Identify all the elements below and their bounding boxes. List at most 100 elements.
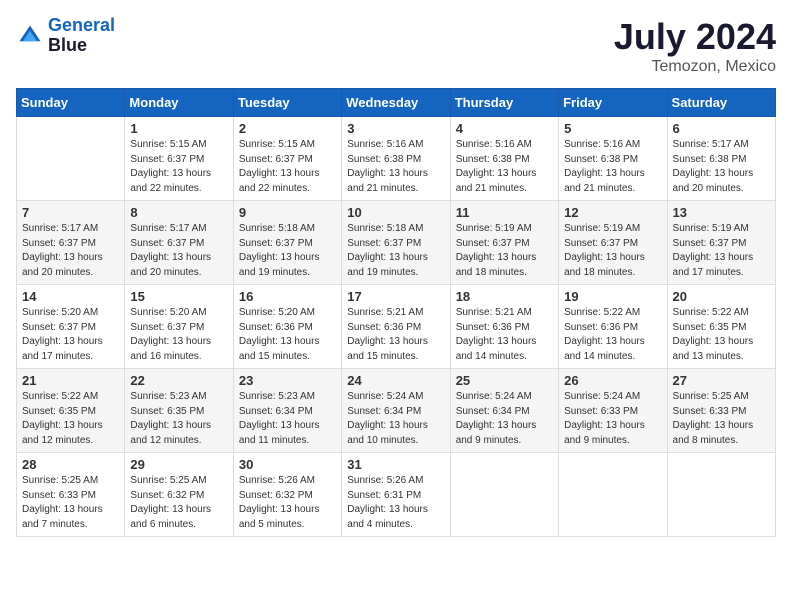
daylight-text-2: and 13 minutes. bbox=[673, 350, 770, 365]
calendar-cell: 25Sunrise: 5:24 AMSunset: 6:34 PMDayligh… bbox=[450, 369, 558, 453]
calendar-cell: 17Sunrise: 5:21 AMSunset: 6:36 PMDayligh… bbox=[342, 285, 450, 369]
day-info: Sunrise: 5:26 AMSunset: 6:32 PMDaylight:… bbox=[239, 474, 336, 532]
sunset-text: Sunset: 6:38 PM bbox=[564, 153, 661, 168]
daylight-text-2: and 20 minutes. bbox=[673, 182, 770, 197]
sunset-text: Sunset: 6:38 PM bbox=[347, 153, 444, 168]
sunrise-text: Sunrise: 5:23 AM bbox=[239, 390, 336, 405]
sunset-text: Sunset: 6:37 PM bbox=[564, 237, 661, 252]
calendar-cell: 24Sunrise: 5:24 AMSunset: 6:34 PMDayligh… bbox=[342, 369, 450, 453]
daylight-text-1: Daylight: 13 hours bbox=[22, 419, 119, 434]
calendar-cell bbox=[450, 453, 558, 537]
sunset-text: Sunset: 6:36 PM bbox=[564, 321, 661, 336]
sunset-text: Sunset: 6:37 PM bbox=[22, 237, 119, 252]
day-number: 15 bbox=[130, 289, 227, 304]
weekday-header: Saturday bbox=[667, 89, 775, 117]
daylight-text-2: and 7 minutes. bbox=[22, 518, 119, 533]
sunset-text: Sunset: 6:35 PM bbox=[22, 405, 119, 420]
daylight-text-1: Daylight: 13 hours bbox=[456, 335, 553, 350]
daylight-text-2: and 21 minutes. bbox=[347, 182, 444, 197]
calendar-cell: 13 Sunrise: 5:19 AMSunset: 6:37 PMDayligh… bbox=[667, 201, 775, 285]
sunset-text: Sunset: 6:36 PM bbox=[347, 321, 444, 336]
calendar-cell: 18Sunrise: 5:21 AMSunset: 6:36 PMDayligh… bbox=[450, 285, 558, 369]
day-info: Sunrise: 5:25 AMSunset: 6:33 PMDaylight:… bbox=[22, 474, 119, 532]
calendar-week-row: 21Sunrise: 5:22 AMSunset: 6:35 PMDayligh… bbox=[17, 369, 776, 453]
daylight-text-2: and 18 minutes. bbox=[564, 266, 661, 281]
daylight-text-2: and 21 minutes. bbox=[564, 182, 661, 197]
calendar-cell: 27Sunrise: 5:25 AMSunset: 6:33 PMDayligh… bbox=[667, 369, 775, 453]
weekday-header: Thursday bbox=[450, 89, 558, 117]
daylight-text-2: and 12 minutes. bbox=[22, 434, 119, 449]
daylight-text-1: Daylight: 13 hours bbox=[347, 335, 444, 350]
sunset-text: Sunset: 6:31 PM bbox=[347, 489, 444, 504]
day-info: Sunrise: 5:17 AMSunset: 6:37 PMDaylight:… bbox=[130, 222, 227, 280]
daylight-text-1: Daylight: 13 hours bbox=[22, 335, 119, 350]
calendar-cell: 28Sunrise: 5:25 AMSunset: 6:33 PMDayligh… bbox=[17, 453, 125, 537]
weekday-header: Wednesday bbox=[342, 89, 450, 117]
day-number: 10 bbox=[347, 205, 444, 220]
daylight-text-2: and 11 minutes. bbox=[239, 434, 336, 449]
sunset-text: Sunset: 6:37 PM bbox=[130, 153, 227, 168]
day-info: Sunrise: 5:23 AMSunset: 6:35 PMDaylight:… bbox=[130, 390, 227, 448]
day-info: Sunrise: 5:19 AMSunset: 6:37 PMDaylight:… bbox=[456, 222, 553, 280]
sunset-text: Sunset: 6:32 PM bbox=[239, 489, 336, 504]
day-number: 30 bbox=[239, 457, 336, 472]
day-number: 11 bbox=[456, 205, 553, 220]
daylight-text-2: and 16 minutes. bbox=[130, 350, 227, 365]
day-info: Sunrise: 5:21 AMSunset: 6:36 PMDaylight:… bbox=[456, 306, 553, 364]
logo-icon bbox=[16, 22, 44, 50]
daylight-text-1: Daylight: 13 hours bbox=[130, 335, 227, 350]
weekday-header-row: SundayMondayTuesdayWednesdayThursdayFrid… bbox=[17, 89, 776, 117]
sunset-text: Sunset: 6:37 PM bbox=[130, 237, 227, 252]
day-number: 4 bbox=[456, 121, 553, 136]
daylight-text-1: Daylight: 13 hours bbox=[673, 335, 770, 350]
day-number: 7 bbox=[22, 205, 119, 220]
daylight-text-1: Daylight: 13 hours bbox=[347, 419, 444, 434]
logo-text: General Blue bbox=[48, 16, 115, 56]
calendar-cell: 30 Sunrise: 5:26 AMSunset: 6:32 PMDayligh… bbox=[233, 453, 341, 537]
calendar-week-row: 28Sunrise: 5:25 AMSunset: 6:33 PMDayligh… bbox=[17, 453, 776, 537]
sunrise-text: Sunrise: 5:26 AM bbox=[347, 474, 444, 489]
daylight-text-2: and 8 minutes. bbox=[673, 434, 770, 449]
daylight-text-2: and 9 minutes. bbox=[564, 434, 661, 449]
day-info: Sunrise: 5:24 AMSunset: 6:33 PMDaylight:… bbox=[564, 390, 661, 448]
calendar-cell: 12Sunrise: 5:19 AMSunset: 6:37 PMDayligh… bbox=[559, 201, 667, 285]
sunrise-text: Sunrise: 5:24 AM bbox=[347, 390, 444, 405]
sunset-text: Sunset: 6:33 PM bbox=[564, 405, 661, 420]
sunset-text: Sunset: 6:35 PM bbox=[130, 405, 227, 420]
sunset-text: Sunset: 6:37 PM bbox=[673, 237, 770, 252]
calendar-cell: 2Sunrise: 5:15 AMSunset: 6:37 PMDaylight… bbox=[233, 117, 341, 201]
day-info: Sunrise: 5:23 AMSunset: 6:34 PMDaylight:… bbox=[239, 390, 336, 448]
daylight-text-1: Daylight: 13 hours bbox=[564, 419, 661, 434]
subtitle: Temozon, Mexico bbox=[614, 58, 776, 76]
calendar-cell: 14Sunrise: 5:20 AMSunset: 6:37 PMDayligh… bbox=[17, 285, 125, 369]
sunrise-text: Sunrise: 5:22 AM bbox=[673, 306, 770, 321]
day-number: 6 bbox=[673, 121, 770, 136]
calendar-cell: 5Sunrise: 5:16 AMSunset: 6:38 PMDaylight… bbox=[559, 117, 667, 201]
calendar-cell: 8Sunrise: 5:17 AMSunset: 6:37 PMDaylight… bbox=[125, 201, 233, 285]
day-number: 13 bbox=[673, 205, 770, 220]
daylight-text-1: Daylight: 13 hours bbox=[130, 167, 227, 182]
day-info: Sunrise: 5:20 AMSunset: 6:37 PMDaylight:… bbox=[22, 306, 119, 364]
daylight-text-1: Daylight: 13 hours bbox=[347, 251, 444, 266]
sunset-text: Sunset: 6:36 PM bbox=[456, 321, 553, 336]
sunrise-text: Sunrise: 5:25 AM bbox=[130, 474, 227, 489]
sunset-text: Sunset: 6:37 PM bbox=[347, 237, 444, 252]
daylight-text-1: Daylight: 13 hours bbox=[130, 419, 227, 434]
weekday-header: Sunday bbox=[17, 89, 125, 117]
daylight-text-2: and 21 minutes. bbox=[456, 182, 553, 197]
day-number: 20 bbox=[673, 289, 770, 304]
calendar-cell: 9Sunrise: 5:18 AMSunset: 6:37 PMDaylight… bbox=[233, 201, 341, 285]
day-info: Sunrise: 5:19 AMSunset: 6:37 PMDaylight:… bbox=[673, 222, 770, 280]
sunrise-text: Sunrise: 5:19 AM bbox=[456, 222, 553, 237]
day-info: Sunrise: 5:20 AMSunset: 6:36 PMDaylight:… bbox=[239, 306, 336, 364]
sunrise-text: Sunrise: 5:20 AM bbox=[130, 306, 227, 321]
title-block: July 2024 Temozon, Mexico bbox=[614, 16, 776, 76]
day-info: Sunrise: 5:16 AMSunset: 6:38 PMDaylight:… bbox=[456, 138, 553, 196]
sunrise-text: Sunrise: 5:16 AM bbox=[564, 138, 661, 153]
day-number: 16 bbox=[239, 289, 336, 304]
day-number: 5 bbox=[564, 121, 661, 136]
sunrise-text: Sunrise: 5:15 AM bbox=[239, 138, 336, 153]
sunrise-text: Sunrise: 5:16 AM bbox=[347, 138, 444, 153]
logo: General Blue bbox=[16, 16, 115, 56]
calendar-cell bbox=[667, 453, 775, 537]
